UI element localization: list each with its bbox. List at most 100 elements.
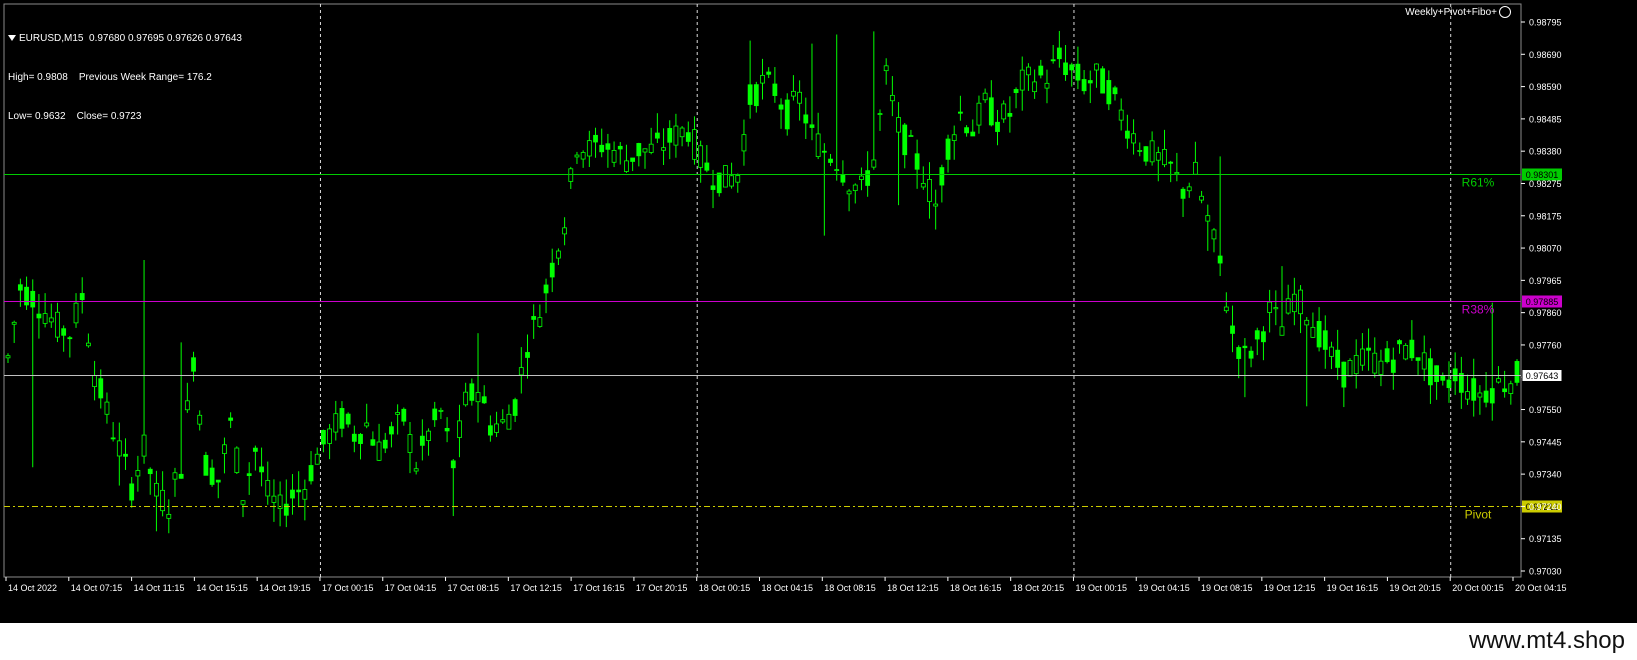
candle-body <box>654 132 660 139</box>
candle-body <box>55 311 60 338</box>
candle-body <box>976 102 982 126</box>
candle-body <box>160 489 166 512</box>
candle-body <box>1434 365 1440 382</box>
candle-body <box>5 355 11 359</box>
candle-body <box>679 127 685 138</box>
candle-body <box>197 414 203 425</box>
candle-body <box>735 175 741 183</box>
x-tick-label: 14 Oct 07:15 <box>71 583 123 593</box>
candle-body <box>358 433 363 444</box>
chart-info-panel: EURUSD,M15 0.97680 0.97695 0.97626 0.976… <box>8 6 242 149</box>
x-tick-label: 20 Oct 04:15 <box>1515 583 1567 593</box>
candle-body <box>791 90 796 97</box>
candle-body <box>314 453 320 465</box>
level-label-r38: R38% <box>1462 303 1495 317</box>
candle-body <box>1162 149 1167 166</box>
y-tick-label: 0.97550 <box>1529 405 1562 415</box>
candle-body <box>1075 63 1081 81</box>
x-tick-label: 14 Oct 2022 <box>8 583 57 593</box>
candle-body <box>958 111 963 114</box>
candle-body <box>475 392 481 403</box>
candle-body <box>722 165 728 188</box>
candle-body <box>469 383 475 401</box>
candle-body <box>419 435 425 446</box>
candle-body <box>1409 339 1415 359</box>
candle-body <box>345 413 351 425</box>
candle-body <box>902 124 908 156</box>
candle-body <box>1471 378 1477 401</box>
candle-body <box>457 420 462 438</box>
indicator-label[interactable]: Weekly+Pivot+Fibo+ <box>1405 6 1511 18</box>
candle-body <box>698 145 704 168</box>
candle-body <box>840 174 846 183</box>
high-line: High= 0.9808 Previous Week Range= 176.2 <box>8 72 212 83</box>
x-tick-label: 19 Oct 16:15 <box>1327 583 1379 593</box>
candle-body <box>580 152 586 160</box>
candle-body <box>1205 215 1211 222</box>
candle-body <box>370 439 376 446</box>
candle-body <box>883 65 889 72</box>
candle-body <box>927 179 932 202</box>
candle-body <box>104 401 110 415</box>
candle-body <box>1155 152 1161 161</box>
candle-body <box>531 316 537 320</box>
candle-body <box>1019 69 1025 91</box>
candle-body <box>1050 59 1056 62</box>
x-tick-label: 17 Oct 12:15 <box>510 583 562 593</box>
candle-body <box>1100 68 1106 94</box>
candle-body <box>729 175 734 187</box>
candle-body <box>852 184 858 191</box>
candle-body <box>395 412 401 415</box>
candle-body <box>692 129 697 160</box>
candle-body <box>896 117 901 133</box>
low-line: Low= 0.9632 Close= 0.9723 <box>8 111 142 122</box>
candle-body <box>951 134 957 141</box>
x-tick-label: 18 Oct 16:15 <box>950 583 1002 593</box>
candle-body <box>1056 47 1062 60</box>
candle-body <box>1199 195 1204 201</box>
candle-body <box>1421 352 1427 370</box>
candle-body <box>79 293 85 300</box>
dropdown-triangle-icon[interactable] <box>8 35 16 42</box>
candle-body <box>184 400 190 411</box>
candle-body <box>834 169 840 171</box>
y-tick-label: 0.98690 <box>1529 50 1562 60</box>
y-tick-label: 0.97030 <box>1529 567 1562 577</box>
candle-body <box>178 473 184 479</box>
candle-body <box>889 94 895 102</box>
price-chart[interactable]: R61% 0.98301 R38% 0.97885 Pivot 0.97212 0.9879… <box>0 0 1637 623</box>
candle-body <box>1118 109 1124 121</box>
smiley-icon <box>1499 6 1511 18</box>
candle-body <box>1094 63 1099 71</box>
candle-body <box>1397 340 1402 345</box>
candle-body <box>24 286 29 306</box>
candle-body <box>865 170 871 186</box>
x-tick-label: 19 Oct 12:15 <box>1264 583 1316 593</box>
candle-body <box>1223 306 1229 312</box>
candle-body <box>933 203 939 207</box>
candle-body <box>432 408 438 421</box>
candle-body <box>11 321 17 325</box>
candle-body <box>741 134 747 152</box>
chart-canvas[interactable]: R61%0.98301R38%0.97885Pivot0.972120.9879… <box>0 0 1637 623</box>
candle-body <box>135 470 141 477</box>
watermark-text: www.mt4.shop <box>1468 627 1625 654</box>
candle-body <box>1186 186 1192 192</box>
candle-body <box>1137 150 1143 152</box>
candle-body <box>389 426 394 435</box>
candle-body <box>1001 103 1007 120</box>
candle-body <box>339 408 345 429</box>
candle-body <box>1458 372 1464 393</box>
candle-body <box>1378 360 1384 375</box>
candle-body <box>939 167 945 186</box>
y-tick-label: 0.98275 <box>1529 179 1562 189</box>
candle-body <box>61 328 67 336</box>
candle-body <box>710 185 716 190</box>
candle-body <box>48 317 54 323</box>
candle-body <box>73 302 79 324</box>
y-tick-label: 0.97135 <box>1529 534 1562 544</box>
candle-body <box>215 479 221 483</box>
candle-body <box>154 482 159 497</box>
candle-body <box>964 127 969 134</box>
candle-body <box>30 290 36 308</box>
